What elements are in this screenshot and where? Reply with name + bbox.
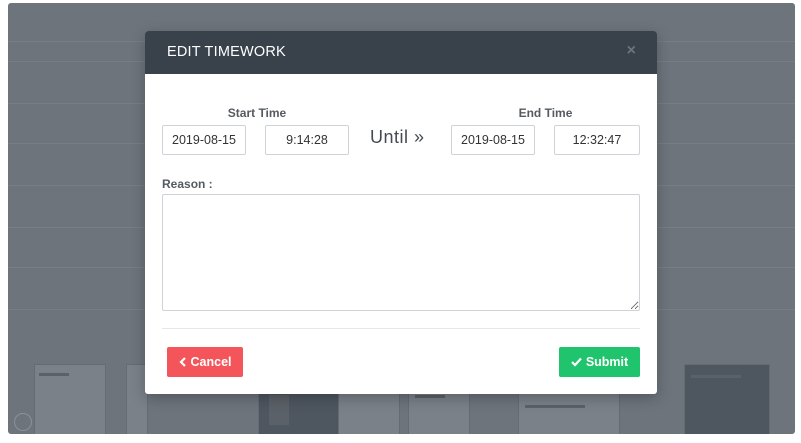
start-date-input[interactable] [162, 125, 246, 155]
end-time-input[interactable] [554, 125, 640, 155]
check-icon [571, 357, 582, 367]
start-time-label: Start Time [227, 106, 287, 120]
background-circle-icon [14, 413, 32, 431]
end-time-label: End Time [518, 106, 573, 120]
edit-timework-modal: EDIT TIMEWORK × Start Time End Time Unti… [145, 31, 657, 394]
submit-button-label: Submit [585, 355, 629, 369]
cancel-button-label: Cancel [190, 355, 232, 369]
chevron-left-icon [178, 357, 187, 367]
close-icon[interactable]: × [627, 42, 636, 60]
until-label: Until » [370, 127, 425, 147]
modal-header: EDIT TIMEWORK × [145, 31, 657, 74]
reason-label: Reason : [162, 177, 213, 191]
footer-divider [162, 328, 640, 329]
background-thumbnail [34, 364, 106, 434]
start-time-input[interactable] [265, 125, 349, 155]
reason-textarea[interactable] [162, 194, 640, 311]
submit-button[interactable]: Submit [559, 347, 640, 377]
modal-title: EDIT TIMEWORK [167, 44, 286, 60]
background-thumbnail [684, 364, 770, 434]
end-date-input[interactable] [451, 125, 535, 155]
cancel-button[interactable]: Cancel [167, 347, 243, 377]
